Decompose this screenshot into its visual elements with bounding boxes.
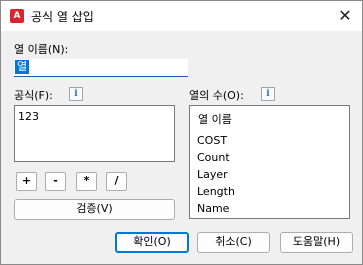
formula-value: 123 <box>18 110 39 123</box>
column-name-value: 열 <box>15 60 30 74</box>
formula-label: 공식(F): <box>14 89 53 102</box>
columns-label: 열의 수(O): <box>189 89 244 102</box>
columns-list[interactable]: 열 이름 COST Count Layer Length Name <box>189 105 350 219</box>
insert-formula-column-dialog: A 공식 열 삽입 ✕ 열 이름(N): 열 공식(F): i 열의 수(O):… <box>0 0 363 265</box>
close-icon[interactable]: ✕ <box>332 4 358 28</box>
formula-info-icon[interactable]: i <box>69 87 83 101</box>
title-bar: A 공식 열 삽입 ✕ <box>1 1 362 31</box>
list-item-name[interactable]: Name <box>197 202 229 215</box>
window-title: 공식 열 삽입 <box>31 10 94 24</box>
help-button[interactable]: 도움말(H) <box>280 232 353 253</box>
list-item-layer[interactable]: Layer <box>197 168 228 181</box>
cancel-button[interactable]: 취소(C) <box>197 232 270 253</box>
minus-operator-button[interactable]: - <box>45 172 66 191</box>
columns-info-icon[interactable]: i <box>261 87 275 101</box>
column-name-label: 열 이름(N): <box>14 43 69 56</box>
formula-textarea[interactable]: 123 <box>14 105 175 162</box>
list-item-cost[interactable]: COST <box>197 134 227 147</box>
plus-operator-button[interactable]: + <box>16 172 37 191</box>
list-item-count[interactable]: Count <box>197 151 230 164</box>
app-icon: A <box>10 9 24 23</box>
verify-button[interactable]: 검증(V) <box>14 199 175 220</box>
multiply-operator-button[interactable]: * <box>76 172 97 191</box>
column-name-input[interactable]: 열 <box>14 59 188 77</box>
columns-list-header: 열 이름 <box>198 113 232 126</box>
divide-operator-button[interactable]: / <box>106 172 127 191</box>
list-item-length[interactable]: Length <box>197 185 235 198</box>
ok-button[interactable]: 확인(O) <box>115 232 189 253</box>
